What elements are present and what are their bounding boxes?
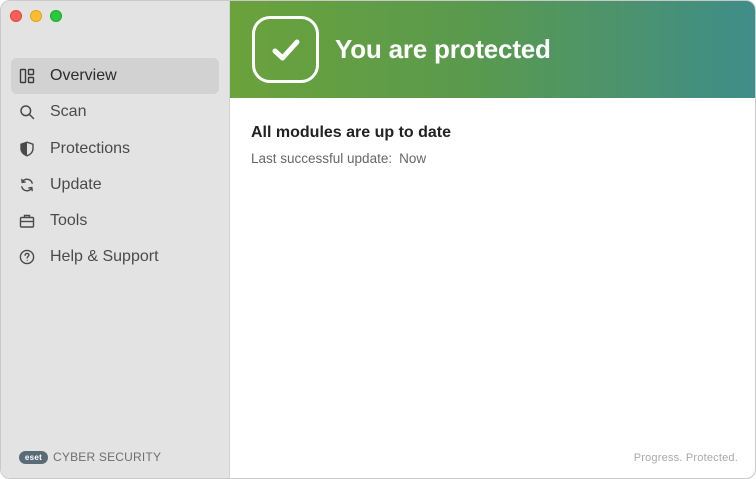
- zoom-window-button[interactable]: [50, 10, 62, 22]
- status-content: All modules are up to date Last successf…: [251, 124, 451, 166]
- sidebar-item-protections[interactable]: Protections: [11, 131, 219, 167]
- sidebar-item-help-support[interactable]: Help & Support: [11, 239, 219, 275]
- checkmark-icon: [252, 16, 319, 83]
- last-update-line: Last successful update: Now: [251, 151, 451, 166]
- brand: eset CYBER SECURITY: [19, 450, 161, 464]
- sidebar: Overview Scan Protections Update Tools H…: [1, 1, 230, 478]
- overview-icon: [19, 68, 35, 84]
- banner-title: You are protected: [335, 34, 551, 64]
- sidebar-item-label: Tools: [50, 212, 88, 230]
- search-icon: [19, 104, 35, 120]
- modules-status-title: All modules are up to date: [251, 124, 452, 141]
- sidebar-item-update[interactable]: Update: [11, 167, 219, 203]
- sidebar-item-label: Scan: [50, 103, 87, 121]
- refresh-icon: [19, 177, 35, 193]
- sidebar-item-label: Update: [50, 175, 102, 193]
- protection-status-banner: You are protected: [230, 1, 755, 98]
- sidebar-item-label: Overview: [50, 67, 117, 84]
- tagline: Progress. Protected.: [633, 452, 738, 464]
- last-update-label: Last successful update:: [251, 151, 393, 166]
- toolbox-icon: [19, 213, 35, 229]
- sidebar-nav: Overview Scan Protections Update Tools H…: [11, 58, 219, 276]
- minimize-window-button[interactable]: [30, 10, 42, 22]
- eset-logo: eset: [19, 450, 48, 464]
- last-update-value: Now: [399, 151, 427, 166]
- help-icon: [19, 249, 35, 265]
- close-window-button[interactable]: [10, 10, 22, 22]
- app-window: Overview Scan Protections Update Tools H…: [0, 0, 756, 479]
- shield-icon: [19, 141, 35, 157]
- main-panel: You are protected All modules are up to …: [230, 1, 755, 478]
- sidebar-item-scan[interactable]: Scan: [11, 94, 219, 130]
- sidebar-item-label: Help & Support: [50, 248, 159, 266]
- sidebar-item-label: Protections: [50, 139, 131, 157]
- window-controls: [10, 10, 62, 22]
- sidebar-item-overview[interactable]: Overview: [11, 58, 219, 94]
- sidebar-item-tools[interactable]: Tools: [11, 203, 219, 239]
- product-name: CYBER SECURITY: [53, 450, 162, 464]
